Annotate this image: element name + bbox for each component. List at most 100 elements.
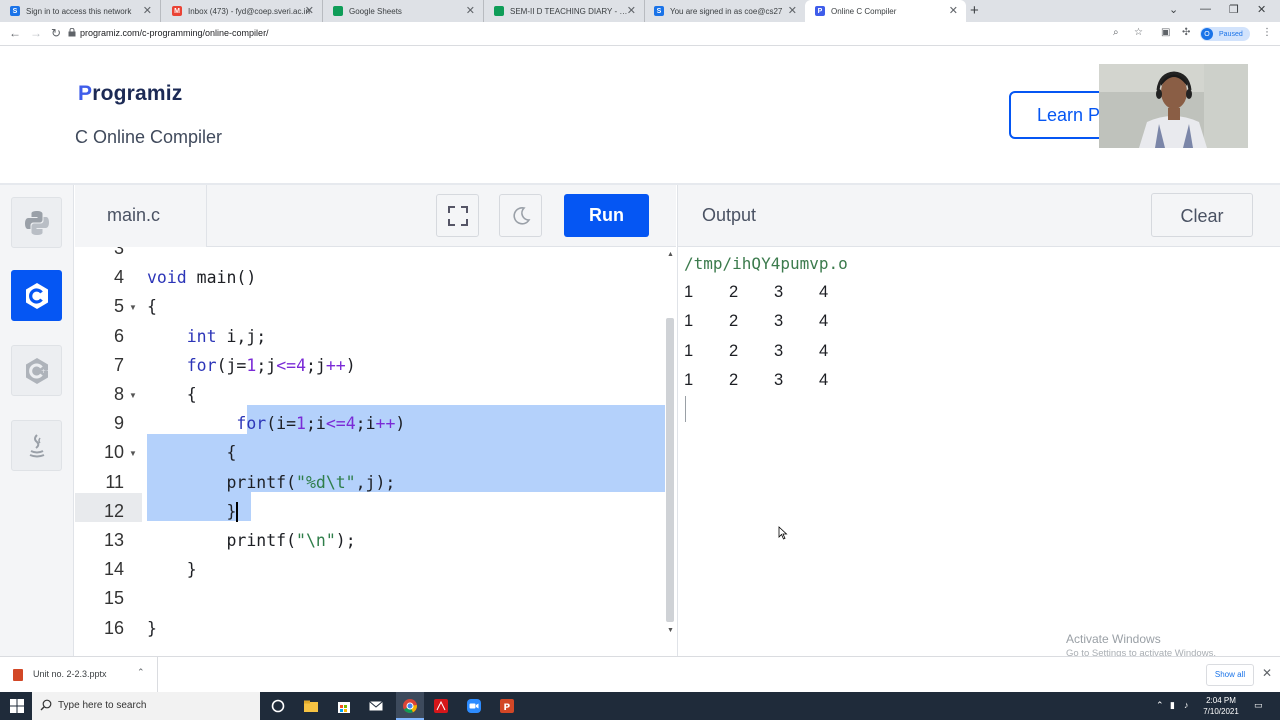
fold-arrow-icon[interactable]: ▼ xyxy=(129,449,137,458)
volume-icon[interactable]: ♪ xyxy=(1184,700,1189,710)
taskbar-clock[interactable]: 2:04 PM 7/10/2021 xyxy=(1201,695,1241,717)
reload-icon[interactable]: ↻ xyxy=(51,26,61,40)
tab-close-icon[interactable]: ✕ xyxy=(466,4,475,17)
python-language-button[interactable] xyxy=(11,197,62,248)
code-line[interactable]: 11 printf("%d\t",j); xyxy=(75,468,665,497)
cpp-language-button[interactable]: ++ xyxy=(11,345,62,396)
output-console[interactable]: /tmp/ihQY4pumvp.o 1 2 3 4 1 2 3 4 1 2 3 4 1 2 3 4 xyxy=(677,247,1280,656)
programiz-logo[interactable]: Programiz xyxy=(78,82,183,106)
mail-icon[interactable] xyxy=(368,698,384,714)
file-explorer-icon[interactable] xyxy=(303,698,319,714)
browser-tab[interactable]: M Inbox (473) - fyd@coep.sveri.ac.in ✕ xyxy=(162,0,323,22)
clock-time: 2:04 PM xyxy=(1206,696,1236,705)
code-editor[interactable]: 3 4 void main() 5 ▼{6 int i,j; 7 for(j=1;j<=4… xyxy=(75,247,676,656)
download-filename: Unit no. 2-2.3.pptx xyxy=(33,669,107,679)
page-title: C Online Compiler xyxy=(75,127,223,147)
fold-arrow-icon[interactable]: ▼ xyxy=(129,391,137,400)
java-language-button[interactable] xyxy=(11,420,62,471)
restore-button[interactable]: ❐ xyxy=(1229,3,1239,16)
output-value: 4 xyxy=(819,283,829,301)
code-line[interactable]: 12 } xyxy=(75,497,665,526)
code-line[interactable]: 15 xyxy=(75,584,665,613)
powerpoint-icon[interactable]: P xyxy=(499,698,515,714)
close-window-button[interactable]: ✕ xyxy=(1257,3,1266,16)
file-tab-main[interactable]: main.c xyxy=(75,185,207,247)
scroll-up-arrow-icon[interactable]: ▲ xyxy=(667,251,674,258)
output-value: 1 xyxy=(684,370,694,389)
fold-arrow-icon[interactable]: ▼ xyxy=(129,303,137,312)
search-placeholder: Type here to search xyxy=(58,700,147,711)
fullscreen-button[interactable] xyxy=(436,194,479,237)
line-number: 13 xyxy=(103,530,124,550)
run-button[interactable]: Run xyxy=(564,194,649,237)
code-line[interactable]: 8 ▼ { xyxy=(75,380,665,409)
browser-tab[interactable]: P Online C Compiler ✕ xyxy=(805,0,966,22)
browser-tab-strip: S Sign in to access this network ✕ M Inbox (… xyxy=(0,0,1280,22)
chevron-up-icon[interactable]: ⌃ xyxy=(137,667,145,678)
puzzle-icon[interactable]: ✣ xyxy=(1182,27,1190,38)
url-field[interactable]: programiz.com/c-programming/online-compi… xyxy=(80,28,269,38)
download-item[interactable]: Unit no. 2-2.3.pptx ⌃ xyxy=(0,657,158,693)
code-line[interactable]: 14 } xyxy=(75,555,665,584)
code-line[interactable]: 9 for(i=1;i<=4;i++) xyxy=(75,409,665,438)
forward-icon[interactable]: → xyxy=(30,26,42,40)
tab-search-icon[interactable]: ⌄ xyxy=(1169,3,1178,16)
line-number: 6 xyxy=(113,325,124,346)
extension-icon[interactable]: ▣ xyxy=(1161,27,1170,38)
minimize-button[interactable]: — xyxy=(1200,3,1211,15)
bookmark-star-icon[interactable]: ☆ xyxy=(1134,27,1143,38)
tab-close-icon[interactable]: ✕ xyxy=(627,4,636,17)
line-number: 9 xyxy=(113,413,124,434)
browser-tab[interactable]: SEM-II D TEACHING DIARY - Goo ✕ xyxy=(484,0,645,22)
back-icon[interactable]: ← xyxy=(9,26,21,40)
show-all-button[interactable]: Show all xyxy=(1206,664,1254,686)
tab-close-icon[interactable]: ✕ xyxy=(949,4,958,17)
menu-kebab-icon[interactable]: ⋮ xyxy=(1262,27,1272,38)
browser-tab[interactable]: S Sign in to access this network ✕ xyxy=(0,0,161,22)
favicon-icon xyxy=(333,6,343,16)
line-number: 15 xyxy=(103,588,124,609)
code-line[interactable]: 13 printf("\n"); xyxy=(75,526,665,555)
network-icon[interactable]: ▮ xyxy=(1170,700,1175,711)
code-line[interactable]: 5 ▼ { xyxy=(75,292,665,321)
line-number: 4 xyxy=(113,267,124,288)
code-line[interactable]: 7 for(j=1;j<=4;j++) xyxy=(75,351,665,380)
code-line[interactable]: 10 ▼ { xyxy=(75,438,665,467)
store-icon[interactable] xyxy=(336,698,352,714)
dark-mode-button[interactable] xyxy=(499,194,542,237)
code-line[interactable]: 6 int i,j; xyxy=(75,322,665,351)
java-icon xyxy=(29,433,44,457)
output-title: Output xyxy=(702,205,757,225)
mouse-cursor-icon xyxy=(778,526,788,540)
fullscreen-icon xyxy=(447,205,468,226)
code-line[interactable]: 3 xyxy=(75,247,665,263)
browser-tab[interactable]: S You are signed in as coe@cs27 ✕ xyxy=(644,0,805,22)
taskbar-search-box[interactable]: Type here to search xyxy=(32,692,260,720)
browser-tab-label: Google Sheets xyxy=(349,6,402,16)
profile-chip[interactable]: O Paused xyxy=(1200,27,1250,41)
code-line[interactable]: 16} xyxy=(75,614,665,643)
new-tab-button[interactable]: + xyxy=(970,2,979,19)
browser-tab[interactable]: Google Sheets ✕ xyxy=(323,0,484,22)
close-icon[interactable]: ✕ xyxy=(1262,666,1272,680)
tab-close-icon[interactable]: ✕ xyxy=(143,4,152,17)
tab-close-icon[interactable]: ✕ xyxy=(305,4,314,17)
zoom-icon[interactable]: ⌕ xyxy=(1113,27,1119,38)
taskbar-chrome-active[interactable] xyxy=(396,692,424,720)
notification-icon[interactable]: ▭ xyxy=(1254,700,1263,711)
zoom-app-icon[interactable] xyxy=(466,698,482,714)
clear-button[interactable]: Clear xyxy=(1151,193,1253,237)
code-text: { xyxy=(147,297,157,317)
code-text: printf("\n"); xyxy=(147,531,356,550)
windows-taskbar: Type here to search P ⌃ ▮ ♪ 2:04 PM 7/10… xyxy=(0,692,1280,720)
c-language-button[interactable] xyxy=(11,270,62,321)
windows-start-icon[interactable] xyxy=(10,699,24,713)
cortana-icon[interactable] xyxy=(270,698,286,714)
scroll-down-arrow-icon[interactable]: ▼ xyxy=(667,627,674,634)
tray-chevron-icon[interactable]: ⌃ xyxy=(1156,700,1164,711)
tab-close-icon[interactable]: ✕ xyxy=(788,4,797,17)
acrobat-icon[interactable] xyxy=(433,698,449,714)
editor-scrollbar[interactable] xyxy=(666,318,674,622)
output-value: 2 xyxy=(729,283,739,301)
code-line[interactable]: 4 void main() xyxy=(75,263,665,292)
